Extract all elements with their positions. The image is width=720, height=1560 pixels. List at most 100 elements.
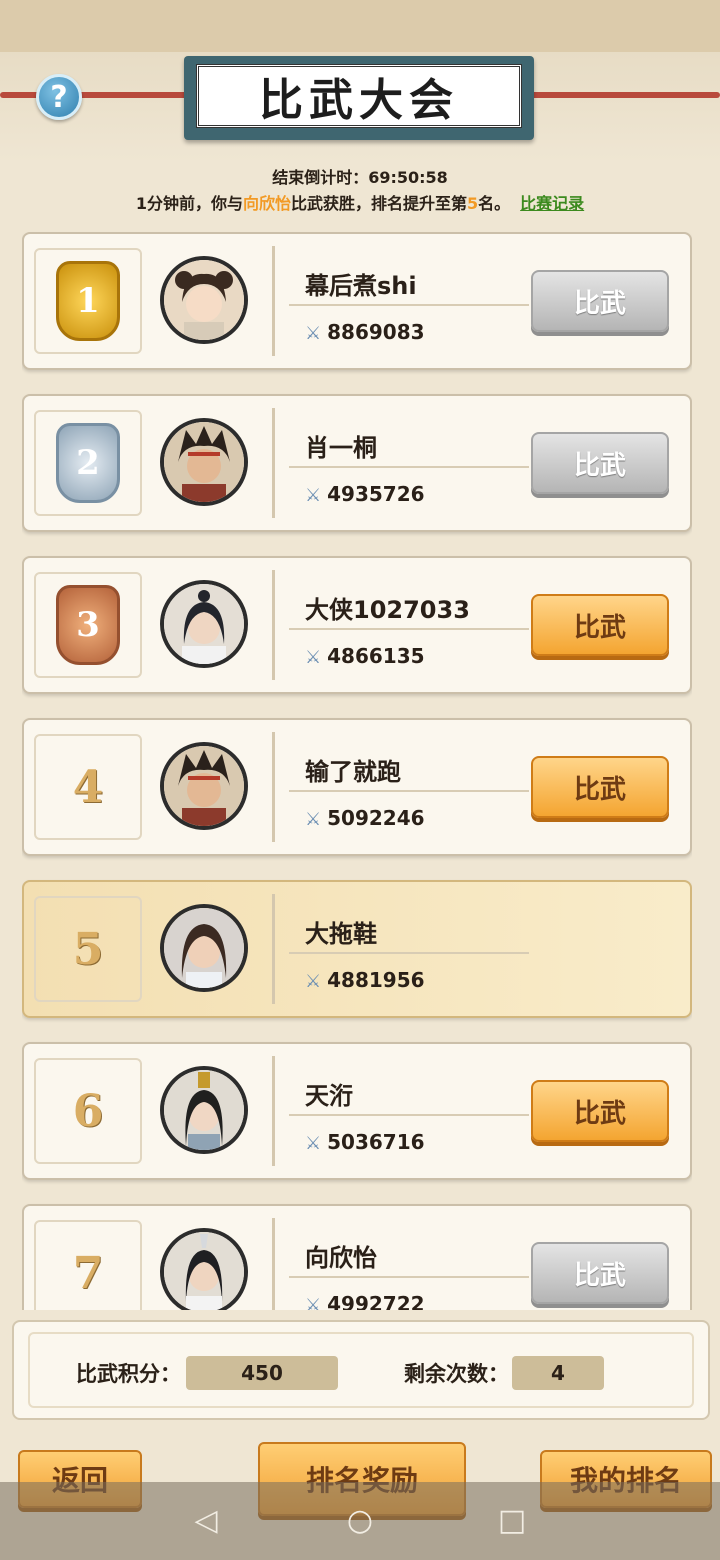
divider	[289, 304, 529, 306]
nav-recents-icon[interactable]: □	[494, 1502, 530, 1538]
divider	[289, 466, 529, 468]
combat-power-value: 8869083	[327, 320, 425, 344]
challenge-button[interactable]: 比武	[531, 1242, 669, 1304]
player-card: 4 输了就跑 ⚔ 5092246 比武	[22, 718, 692, 856]
divider	[289, 952, 529, 954]
gold-medal-icon: 1	[56, 261, 120, 341]
player-info: 输了就跑 ⚔ 5092246 比武	[272, 732, 685, 842]
avatar[interactable]	[160, 418, 248, 506]
notice-suffix: 名。	[478, 194, 511, 213]
swords-icon: ⚔	[305, 1133, 322, 1154]
avatar[interactable]	[160, 1228, 248, 1310]
divider	[289, 1276, 529, 1278]
challenge-button[interactable]: 比武	[531, 594, 669, 656]
swords-icon: ⚔	[305, 1295, 322, 1310]
challenge-button[interactable]: 比武	[531, 270, 669, 332]
combat-power: ⚔ 5092246	[305, 806, 425, 830]
swords-icon: ⚔	[305, 323, 322, 344]
rank-number: 4	[72, 761, 104, 813]
notice-opponent: 向欣怡	[242, 194, 291, 213]
avatar[interactable]	[160, 742, 248, 830]
score-panel: 比武积分： 450 剩余次数： 4	[12, 1320, 710, 1420]
battle-notice: 1分钟前，你与向欣怡比武获胜，排名提升至第5名。 比赛记录	[0, 190, 720, 214]
player-info: 幕后煮shi ⚔ 8869083 比武	[272, 246, 685, 356]
player-card: 6 天洐 ⚔ 5036716 比武	[22, 1042, 692, 1180]
player-info: 肖一桐 ⚔ 4935726 比武	[272, 408, 685, 518]
combat-power-value: 4866135	[327, 644, 425, 668]
avatar[interactable]	[160, 904, 248, 992]
title-plate: 比武大会	[184, 56, 534, 140]
combat-power: ⚔ 4935726	[305, 482, 425, 506]
player-info: 大拖鞋 ⚔ 4881956	[272, 894, 685, 1004]
rank-box: 3	[34, 572, 142, 678]
notice-middle: 比武获胜，排名提升至第	[290, 194, 467, 213]
player-info: 大侠1027033 ⚔ 4866135 比武	[272, 570, 685, 680]
rank-box: 6	[34, 1058, 142, 1164]
combat-power-value: 4935726	[327, 482, 425, 506]
swords-icon: ⚔	[305, 647, 322, 668]
combat-power-value: 5036716	[327, 1130, 425, 1154]
silver-medal-icon: 2	[56, 423, 120, 503]
remaining-value: 4	[512, 1356, 604, 1390]
nav-back-icon[interactable]: ◁	[188, 1502, 224, 1538]
page-title: 比武大会	[196, 64, 522, 128]
bronze-medal-icon: 3	[56, 585, 120, 665]
avatar[interactable]	[160, 580, 248, 668]
challenge-button[interactable]: 比武	[531, 1080, 669, 1142]
player-name: 肖一桐	[305, 434, 377, 462]
player-info: 向欣怡 ⚔ 4992722 比武	[272, 1218, 685, 1310]
rank-box: 2	[34, 410, 142, 516]
self-player-card: 5 大拖鞋 ⚔ 4881956	[22, 880, 692, 1018]
notice-prefix: 1分钟前，你与	[135, 194, 243, 213]
combat-power: ⚔ 4992722	[305, 1292, 425, 1310]
help-button[interactable]: ?	[36, 74, 82, 120]
player-card: 3 大侠1027033 ⚔ 4866135 比武	[22, 556, 692, 694]
points-value: 450	[186, 1356, 338, 1390]
player-info: 天洐 ⚔ 5036716 比武	[272, 1056, 685, 1166]
player-name: 幕后煮shi	[305, 272, 417, 300]
swords-icon: ⚔	[305, 809, 322, 830]
rank-box: 5	[34, 896, 142, 1002]
countdown-text: 结束倒计时：69:50:58	[272, 168, 448, 187]
match-record-link[interactable]: 比赛记录	[520, 194, 584, 213]
remaining-label: 剩余次数：	[404, 1362, 509, 1386]
rank-number: 7	[72, 1247, 104, 1299]
player-name: 天洐	[305, 1082, 353, 1110]
rank-box: 4	[34, 734, 142, 840]
player-name: 大拖鞋	[305, 920, 377, 948]
help-icon: ?	[50, 79, 68, 115]
combat-power-value: 5092246	[327, 806, 425, 830]
combat-power: ⚔ 4866135	[305, 644, 425, 668]
player-card: 7 向欣怡 ⚔ 4992722 比武	[22, 1204, 692, 1310]
combat-power: ⚔ 4881956	[305, 968, 425, 992]
ranking-list[interactable]: 1 幕后煮shi ⚔ 8869083 比武 2 肖一桐 ⚔ 4935726 比武 3	[22, 232, 692, 1310]
left-rope	[0, 92, 200, 98]
player-name: 输了就跑	[305, 758, 401, 786]
avatar[interactable]	[160, 256, 248, 344]
rank-box: 7	[34, 1220, 142, 1310]
notice-rank: 5	[467, 194, 479, 213]
swords-icon: ⚔	[305, 485, 322, 506]
avatar[interactable]	[160, 1066, 248, 1154]
divider	[289, 1114, 529, 1116]
system-navigation-bar: ◁ ○ □	[0, 1482, 720, 1560]
challenge-button[interactable]: 比武	[531, 756, 669, 818]
combat-power-value: 4992722	[327, 1292, 425, 1310]
combat-power: ⚔ 5036716	[305, 1130, 425, 1154]
rank-number: 6	[72, 1085, 104, 1137]
rank-box: 1	[34, 248, 142, 354]
top-band	[0, 0, 720, 52]
player-name: 向欣怡	[305, 1244, 377, 1272]
challenge-button[interactable]: 比武	[531, 432, 669, 494]
combat-power-value: 4881956	[327, 968, 425, 992]
nav-home-icon[interactable]: ○	[342, 1502, 378, 1538]
swords-icon: ⚔	[305, 971, 322, 992]
points-label: 比武积分：	[76, 1362, 181, 1386]
rank-number: 5	[72, 923, 104, 975]
divider	[289, 628, 529, 630]
player-card: 1 幕后煮shi ⚔ 8869083 比武	[22, 232, 692, 370]
divider	[289, 790, 529, 792]
player-card: 2 肖一桐 ⚔ 4935726 比武	[22, 394, 692, 532]
player-name: 大侠1027033	[305, 596, 470, 624]
combat-power: ⚔ 8869083	[305, 320, 425, 344]
